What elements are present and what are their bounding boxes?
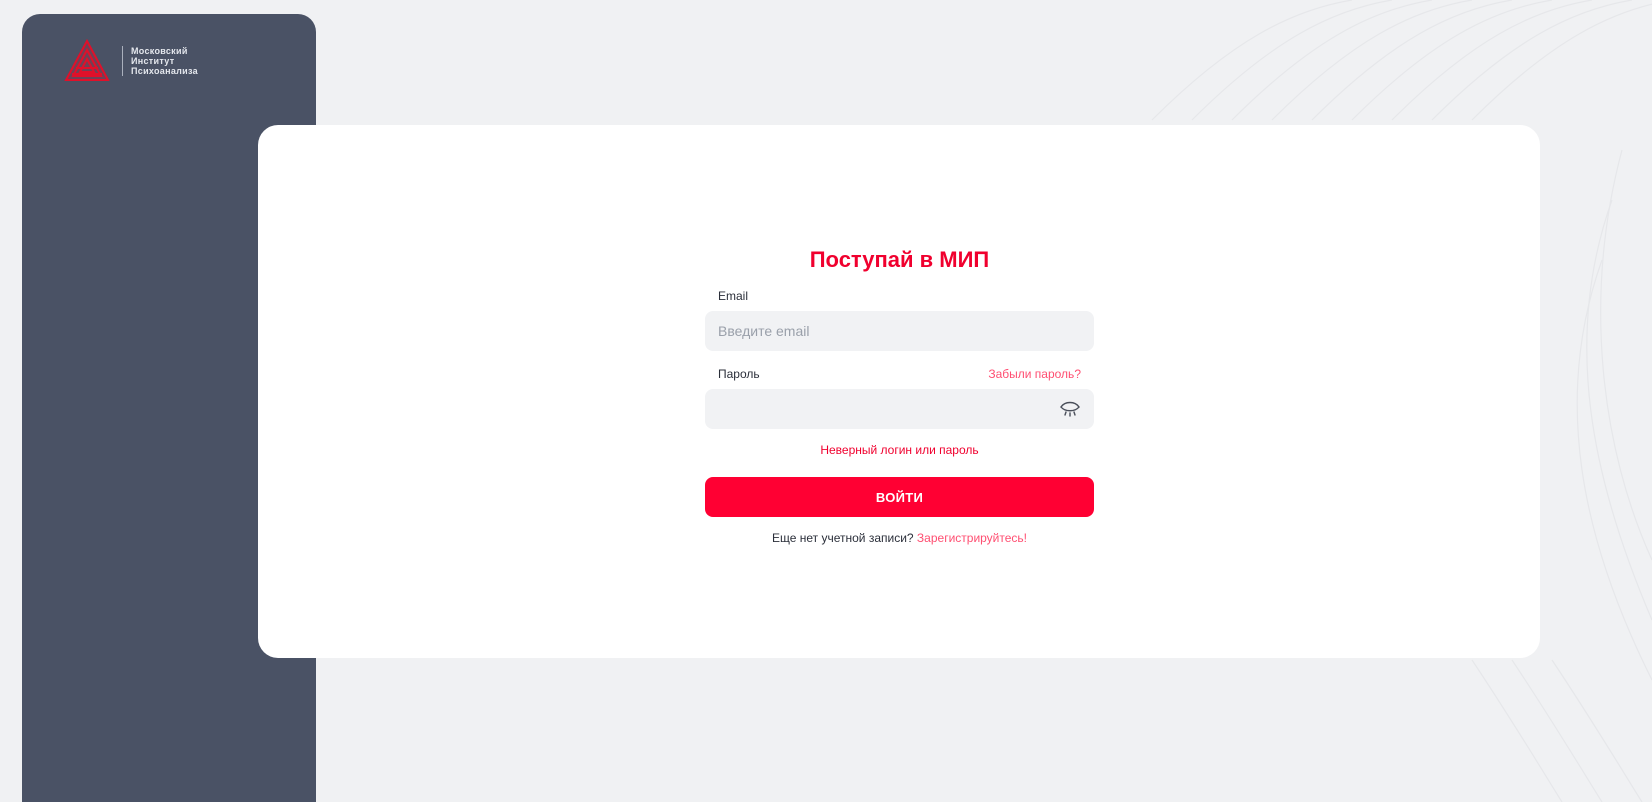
logo-line-2: Институт: [131, 56, 175, 66]
login-card: Поступай в МИП Email Введите email Парол…: [258, 125, 1540, 658]
register-prompt: Еще нет учетной записи? Зарегистрируйтес…: [705, 529, 1094, 547]
forgot-password-link[interactable]: Забыли пароль?: [988, 365, 1081, 383]
logo-line-3: Психоанализа: [131, 66, 198, 76]
password-label-row: Пароль Забыли пароль?: [705, 365, 1094, 383]
logo-text: Московский Институт Психоанализа: [131, 46, 198, 76]
email-label-row: Email: [705, 287, 1094, 305]
login-page: Московский Институт Психоанализа Поступа…: [0, 0, 1652, 802]
eye-closed-icon[interactable]: [1059, 400, 1081, 418]
form-title: Поступай в МИП: [809, 247, 990, 272]
password-field[interactable]: [705, 389, 1094, 429]
logo-divider: [122, 46, 123, 76]
register-link[interactable]: Зарегистрируйтесь!: [917, 531, 1027, 545]
email-label: Email: [718, 289, 749, 303]
triangle-logo-icon: [64, 38, 110, 81]
login-error-message: Неверный логин или пароль: [820, 443, 979, 457]
login-form: Поступай в МИП Email Введите email Парол…: [705, 245, 1094, 547]
email-field[interactable]: Введите email: [705, 311, 1094, 351]
institute-logo[interactable]: Московский Институт Психоанализа: [64, 38, 198, 84]
email-placeholder: Введите email: [718, 323, 810, 339]
logo-line-1: Московский: [131, 46, 188, 56]
password-label: Пароль: [718, 367, 760, 381]
login-button[interactable]: ВОЙТИ: [705, 477, 1094, 517]
register-prompt-text: Еще нет учетной записи?: [771, 531, 914, 545]
